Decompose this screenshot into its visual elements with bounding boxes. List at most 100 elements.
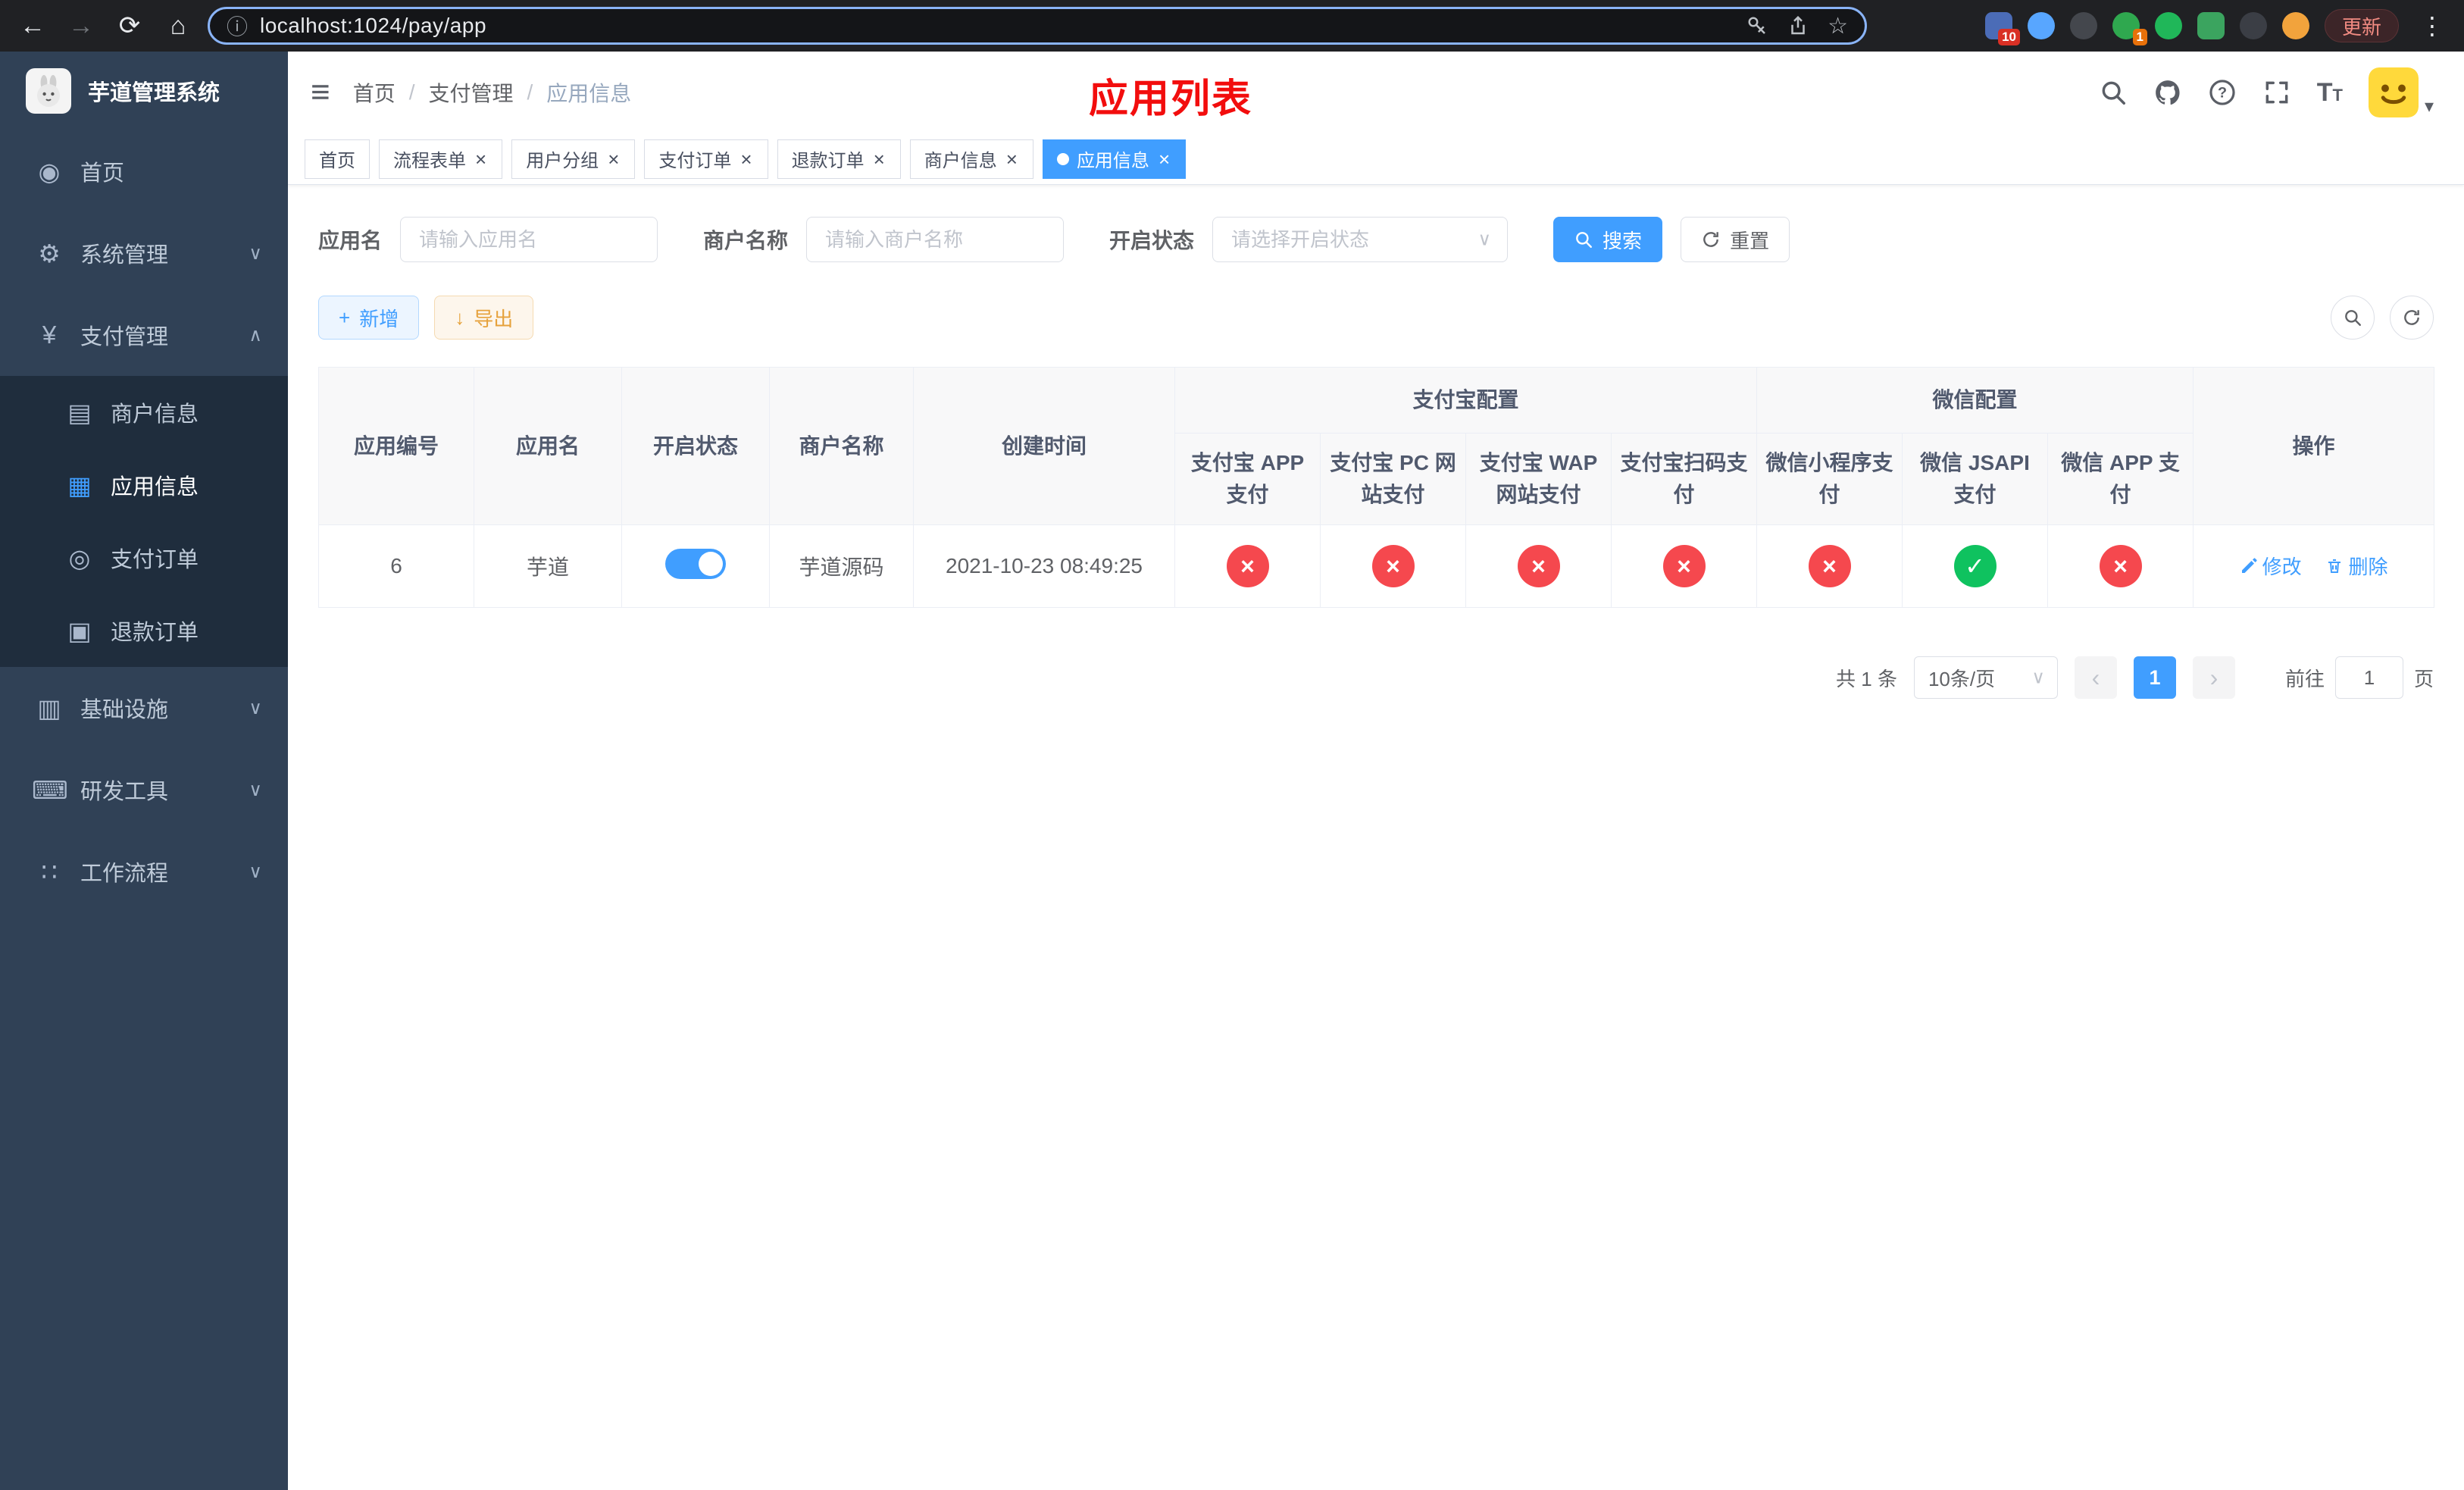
caret-down-icon: ▾ [2424,96,2434,117]
sidebar-item-payment[interactable]: ¥ 支付管理 ∧ [0,294,288,376]
prev-page-button[interactable]: ‹ [2074,656,2117,699]
sidebar-item-label: 系统管理 [80,243,169,268]
site-info-icon[interactable]: ⓘ [227,11,248,41]
sidebar-item-workflow[interactable]: ∷ 工作流程 ∨ [0,831,288,912]
extension-icon[interactable]: 10 [1984,12,2020,45]
extension-badge: 1 [2132,29,2147,45]
close-icon[interactable]: × [872,149,886,169]
chevron-down-icon: ∨ [249,779,262,800]
search-button[interactable]: 搜索 [1553,217,1663,262]
url-text[interactable]: localhost:1024/pay/app [260,14,486,38]
page-size-select[interactable]: 10条/页 ∨ [1913,656,2058,699]
goto-page-input[interactable] [2334,656,2403,699]
close-icon[interactable]: × [739,149,753,169]
search-icon[interactable] [2099,78,2128,107]
breadcrumb-payment[interactable]: 支付管理 [428,77,513,108]
password-key-icon[interactable] [1746,14,1768,37]
browser-forward-icon[interactable]: → [62,7,100,45]
chevron-up-icon: ∧ [249,324,262,346]
tab-user-group[interactable]: 用户分组 × [511,139,636,179]
user-avatar[interactable]: ▾ [2369,67,2434,117]
extension-badge: 10 [1998,29,2020,45]
close-icon[interactable]: × [1157,149,1171,169]
share-icon[interactable] [1787,14,1809,37]
wechat-jsapi-enabled-icon: ✓ [1953,545,1997,587]
sidebar-item-home[interactable]: ◉ 首页 [0,130,288,212]
app-table: 应用编号 应用名 开启状态 商户名称 创建时间 支付宝配置 微信配置 操作 支付… [318,367,2435,608]
browser-update-button[interactable]: 更新 [2324,9,2399,42]
merchant-name-input[interactable] [806,217,1065,262]
status-select[interactable] [1212,217,1509,262]
sidebar-item-label: 基础设施 [80,698,169,722]
github-icon[interactable] [2153,78,2182,107]
tab-refund-order[interactable]: 退款订单 × [777,139,901,179]
payment-submenu: ▤ 商户信息 ▦ 应用信息 ◎ 支付订单 ▣ 退款订单 [0,376,288,667]
page-content: 应用名 商户名称 开启状态 ∨ 搜索 [288,185,2464,1490]
total-count: 共 1 条 [1836,667,1897,690]
tab-home[interactable]: 首页 [305,139,370,179]
export-button[interactable]: ↓ 导出 [434,296,534,340]
close-icon[interactable]: × [474,149,488,169]
extension-icon[interactable] [2154,12,2182,39]
add-button[interactable]: + 新增 [318,296,420,340]
tab-app-info[interactable]: 应用信息 × [1042,139,1187,179]
infrastructure-icon: ▥ [37,693,61,722]
breadcrumb-separator: / [527,80,533,104]
fullscreen-icon[interactable] [2262,78,2291,107]
next-page-button[interactable]: › [2192,656,2235,699]
tab-label: 退款订单 [791,151,865,171]
order-icon: ◎ [68,543,91,572]
col-merchant: 商户名称 [769,367,914,525]
toggle-search-button[interactable] [2331,296,2375,340]
col-alipay-wap: 支付宝 WAP 网站支付 [1465,433,1612,525]
tab-label: 应用信息 [1076,151,1149,171]
browser-back-icon[interactable]: ← [14,7,52,45]
reset-button[interactable]: 重置 [1681,217,1790,262]
tab-pay-order[interactable]: 支付订单 × [644,139,768,179]
status-label: 开启状态 [1109,229,1195,252]
sidebar-item-dev-tools[interactable]: ⌨ 研发工具 ∨ [0,749,288,831]
extension-icon[interactable] [2239,12,2267,39]
browser-home-icon[interactable]: ⌂ [159,7,197,45]
sidebar-item-system[interactable]: ⚙ 系统管理 ∨ [0,212,288,294]
close-icon[interactable]: × [1005,149,1019,169]
status-toggle[interactable] [665,548,726,579]
yen-icon: ¥ [42,321,57,349]
annotation-title: 应用列表 [1088,77,1253,121]
extension-icon[interactable] [2197,12,2225,39]
help-icon[interactable] [2208,78,2237,107]
search-icon [1574,230,1593,249]
sidebar-item-merchant-info[interactable]: ▤ 商户信息 [0,376,288,449]
extension-icon[interactable] [2069,12,2097,39]
hamburger-icon[interactable]: ≡ [311,74,330,111]
chevron-down-icon: ∨ [2031,667,2045,688]
cell-created-at: 2021-10-23 08:49:25 [913,524,1175,608]
page-number-1[interactable]: 1 [2133,656,2176,699]
cell-actions: 修改 删除 [2193,524,2435,608]
tab-process-form[interactable]: 流程表单 × [379,139,503,179]
extension-icon[interactable] [2027,12,2055,39]
font-size-icon[interactable]: TT [2317,78,2343,108]
profile-avatar-icon[interactable] [2281,12,2309,39]
breadcrumb-home[interactable]: 首页 [353,77,396,108]
tab-merchant-info[interactable]: 商户信息 × [909,139,1033,179]
extension-icon[interactable]: 1 [2112,12,2147,45]
app-name-input[interactable] [400,217,658,262]
delete-link[interactable]: 删除 [2325,552,2387,580]
close-icon[interactable]: × [606,149,621,169]
address-bar[interactable]: ⓘ localhost:1024/pay/app ☆ [208,7,1867,45]
bookmark-star-icon[interactable]: ☆ [1828,13,1848,39]
cell-app-name: 芋道 [474,524,622,608]
sidebar-item-refund-order[interactable]: ▣ 退款订单 [0,594,288,667]
browser-menu-icon[interactable]: ⋮ [2414,11,2450,40]
header-actions: TT ▾ [2099,67,2434,117]
edit-link[interactable]: 修改 [2240,552,2302,580]
chevron-down-icon: ∨ [249,243,262,264]
browser-reload-icon[interactable]: ⟳ [111,7,149,45]
sidebar-item-pay-order[interactable]: ◎ 支付订单 [0,521,288,594]
breadcrumb-current: 应用信息 [546,82,632,105]
wechat-app-disabled-icon: × [2099,545,2142,587]
sidebar-item-app-info[interactable]: ▦ 应用信息 [0,449,288,521]
refresh-table-button[interactable] [2390,296,2434,340]
sidebar-item-infrastructure[interactable]: ▥ 基础设施 ∨ [0,667,288,749]
